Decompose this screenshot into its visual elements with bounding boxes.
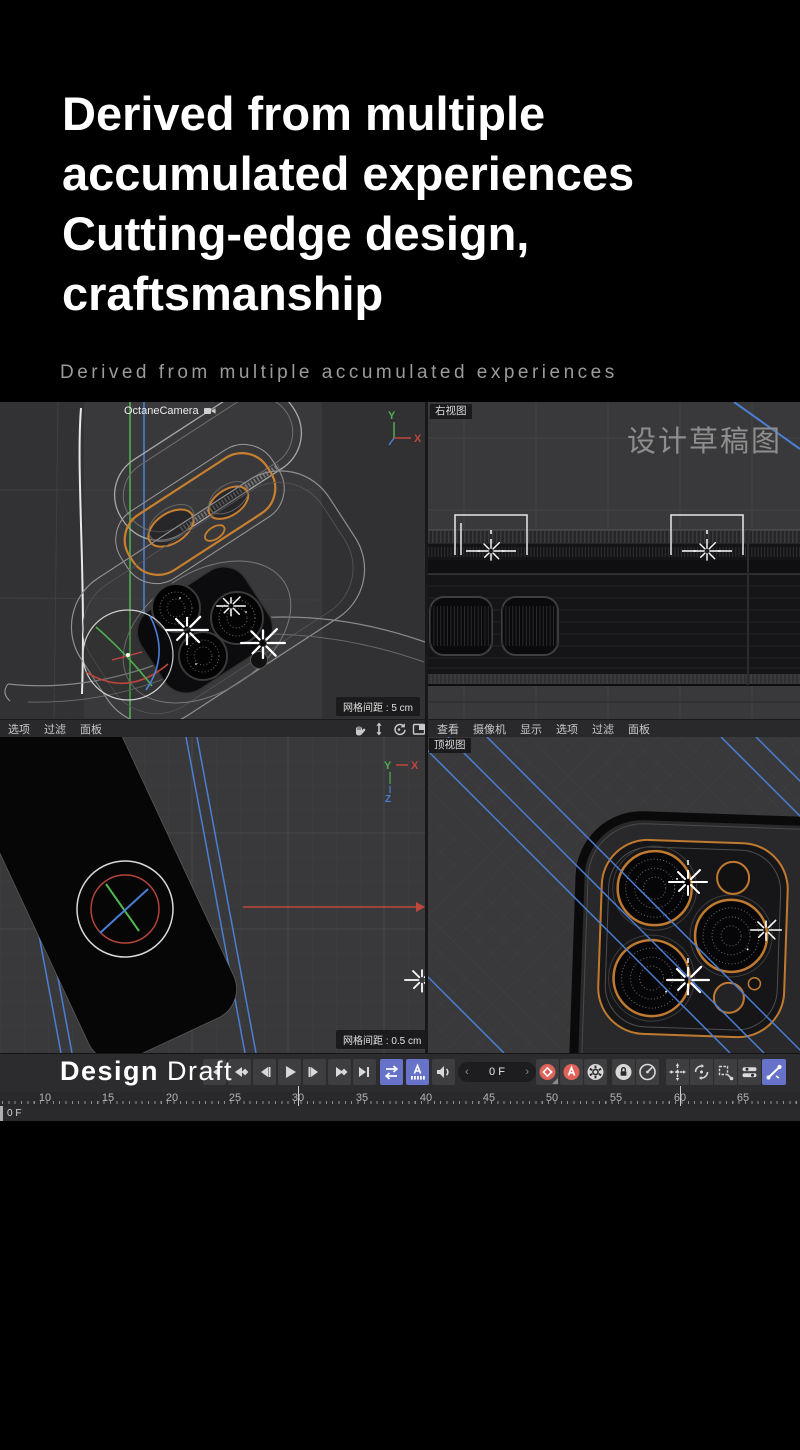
ruler-ticks [2, 1101, 798, 1104]
loop-playback-button[interactable] [380, 1059, 403, 1085]
viewport-front-canvas [0, 737, 425, 1053]
svg-text:X: X [414, 433, 422, 445]
viewport-perspective-canvas [0, 402, 425, 720]
record-parameters-button[interactable] [738, 1059, 761, 1085]
rotate-icon [690, 1059, 713, 1085]
record-rotation-button[interactable] [690, 1059, 713, 1085]
record-keyframe-icon [536, 1059, 559, 1085]
play-mode-icon [406, 1059, 429, 1085]
menu-item-camera[interactable]: 摄像机 [473, 721, 506, 737]
volume-button[interactable] [432, 1059, 455, 1085]
record-keyframe-button[interactable] [536, 1059, 559, 1085]
play-icon [278, 1059, 301, 1085]
title-line: Derived from multiple [62, 84, 634, 144]
gear-icon [584, 1059, 607, 1085]
menu-item-panel[interactable]: 面板 [80, 721, 102, 737]
frame-field[interactable]: 0 F [489, 1066, 505, 1078]
svg-text:Y: Y [388, 410, 396, 422]
previous-frame-button[interactable] [253, 1059, 276, 1085]
grid-spacing-label: 网格间距 : 5 cm [336, 697, 420, 716]
design-draft-bold: Design [60, 1056, 159, 1086]
svg-text:X: X [411, 760, 419, 772]
menu-item-view[interactable]: 查看 [437, 721, 459, 737]
record-scale-button[interactable] [714, 1059, 737, 1085]
title-line: Cutting-edge design, [62, 204, 634, 264]
sliders-icon [738, 1059, 761, 1085]
menu-item-filter[interactable]: 过滤 [592, 721, 614, 737]
record-pla-button[interactable] [762, 1059, 786, 1085]
scale-icon [714, 1059, 737, 1085]
move-icon [666, 1059, 689, 1085]
design-draft-caption: Design Draft [60, 1056, 233, 1087]
record-gauge-button[interactable] [636, 1059, 659, 1085]
play-button[interactable] [278, 1059, 301, 1085]
menu-item-filter[interactable]: 过滤 [44, 721, 66, 737]
page-title: Derived from multiple accumulated experi… [62, 84, 634, 324]
page: Derived from multiple accumulated experi… [0, 0, 800, 1450]
next-frame-icon [303, 1059, 326, 1085]
next-key-icon [328, 1059, 351, 1085]
axis-gizmo[interactable]: Y X Z [382, 757, 424, 803]
keyframe-settings-button[interactable] [584, 1059, 607, 1085]
gauge-icon [636, 1059, 659, 1085]
playhead[interactable] [0, 1106, 3, 1121]
frame-decrement-icon[interactable]: ‹ [465, 1067, 469, 1078]
loop-playback-icon [380, 1059, 403, 1085]
record-position-button[interactable] [666, 1059, 689, 1085]
watermark-text: 设计草稿图 [627, 418, 782, 460]
design-draft-regular: Draft [167, 1056, 233, 1086]
autokey-button[interactable] [560, 1059, 583, 1085]
pla-icon [762, 1059, 786, 1085]
viewport-divider [425, 402, 428, 1053]
viewport-front[interactable]: Y X Z 网格间距 : 0.5 cm [0, 737, 425, 1053]
menu-item-options[interactable]: 选项 [556, 721, 578, 737]
title-line: accumulated experiences [62, 144, 634, 204]
go-to-end-icon [353, 1059, 376, 1085]
volume-icon [432, 1059, 455, 1085]
zoom-arrows-icon[interactable] [371, 721, 387, 737]
play-mode-button[interactable] [406, 1059, 429, 1085]
pan-hand-icon[interactable] [351, 721, 367, 737]
svg-text:Z: Z [385, 794, 391, 803]
axis-gizmo[interactable]: Y X [386, 408, 424, 448]
frame-stepper[interactable]: ‹ 0 F › [458, 1062, 536, 1082]
svg-text:Y: Y [384, 760, 392, 772]
viewport-perspective[interactable]: OctaneCamera Y X 网格间距 : 5 cm [0, 402, 425, 720]
title-line: craftsmanship [62, 264, 634, 324]
ruler-marker [680, 1086, 681, 1106]
go-to-end-button[interactable] [353, 1059, 376, 1085]
camera-icon [203, 405, 217, 417]
active-camera-label[interactable]: OctaneCamera [124, 405, 217, 417]
viewport-menubar-right: 查看 摄像机 显示 选项 过滤 面板 [428, 719, 800, 739]
menu-item-display[interactable]: 显示 [520, 721, 542, 737]
rotate-view-icon[interactable] [391, 721, 407, 737]
viewport-right[interactable]: 右视图 设计草稿图 [428, 402, 800, 720]
lock-icon [612, 1059, 635, 1085]
timeline-track[interactable]: 0 F [0, 1106, 800, 1122]
viewport-name-label[interactable]: 右视图 [430, 404, 472, 419]
frame-increment-icon[interactable]: › [525, 1067, 529, 1078]
next-frame-button[interactable] [303, 1059, 326, 1085]
page-subtitle: Derived from multiple accumulated experi… [60, 362, 618, 384]
next-key-button[interactable] [328, 1059, 351, 1085]
current-frame-label: 0 F [7, 1108, 21, 1119]
viewport-name-label[interactable]: 顶视图 [429, 738, 471, 753]
grid-spacing-label: 网格间距 : 0.5 cm [336, 1030, 425, 1049]
record-lock-button[interactable] [612, 1059, 635, 1085]
ruler-marker [298, 1086, 299, 1106]
previous-frame-icon [253, 1059, 276, 1085]
viewport-top[interactable]: 顶视图 [428, 737, 800, 1053]
viewport-menubar-left: 选项 过滤 面板 [0, 719, 433, 739]
autokey-icon [560, 1059, 583, 1085]
menu-item-options[interactable]: 选项 [8, 721, 30, 737]
viewport-top-canvas [428, 737, 800, 1053]
menu-item-panel[interactable]: 面板 [628, 721, 650, 737]
